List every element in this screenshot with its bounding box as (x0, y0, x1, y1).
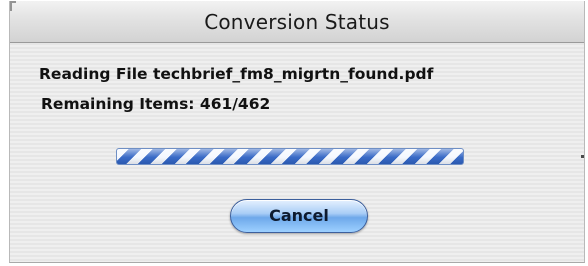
cancel-button[interactable]: Cancel (230, 199, 368, 233)
title-bar[interactable]: Conversion Status (10, 1, 584, 43)
remaining-items-count: Remaining Items: 461/462 (41, 95, 271, 113)
progress-bar (116, 148, 464, 165)
window-edge-mark (581, 155, 584, 158)
dialog-title: Conversion Status (204, 10, 390, 34)
reading-file-status: Reading File techbrief_fm8_migrtn_found.… (39, 65, 434, 83)
cancel-button-label: Cancel (269, 206, 329, 225)
conversion-status-dialog: Conversion Status Reading File techbrief… (9, 1, 585, 263)
